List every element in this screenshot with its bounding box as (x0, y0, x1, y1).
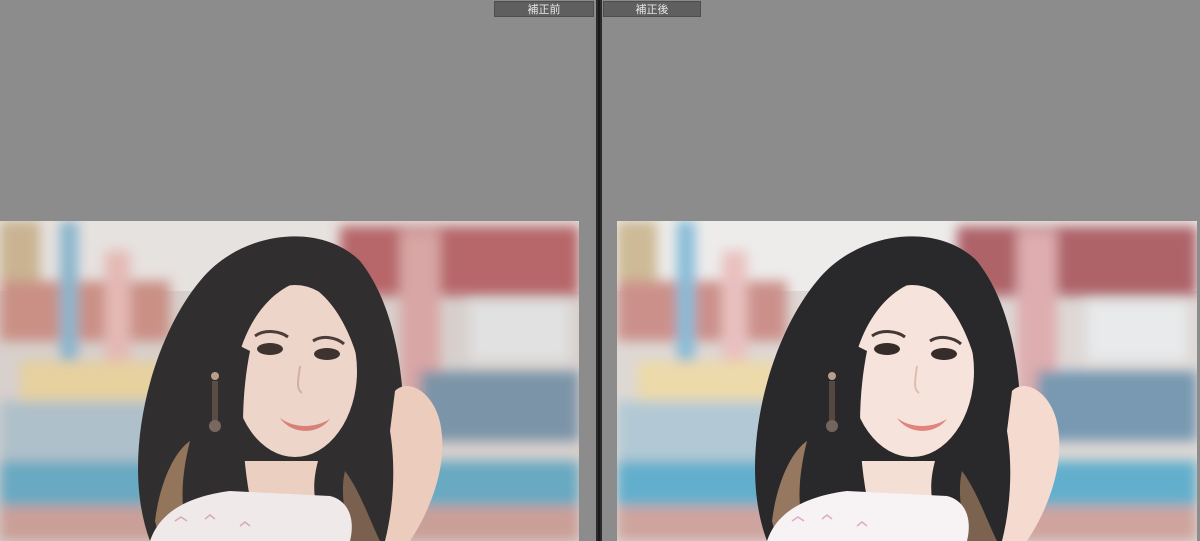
portrait-photo-icon (617, 221, 1197, 541)
before-after-viewer: 補正前 補正後 (0, 0, 1200, 541)
after-label: 補正後 (603, 1, 701, 17)
after-photo[interactable] (617, 221, 1197, 541)
before-pane[interactable]: 補正前 (0, 0, 596, 541)
portrait-photo-icon (0, 221, 579, 541)
before-photo[interactable] (0, 221, 579, 541)
after-pane[interactable]: 補正後 (602, 0, 1200, 541)
before-label: 補正前 (494, 1, 594, 17)
